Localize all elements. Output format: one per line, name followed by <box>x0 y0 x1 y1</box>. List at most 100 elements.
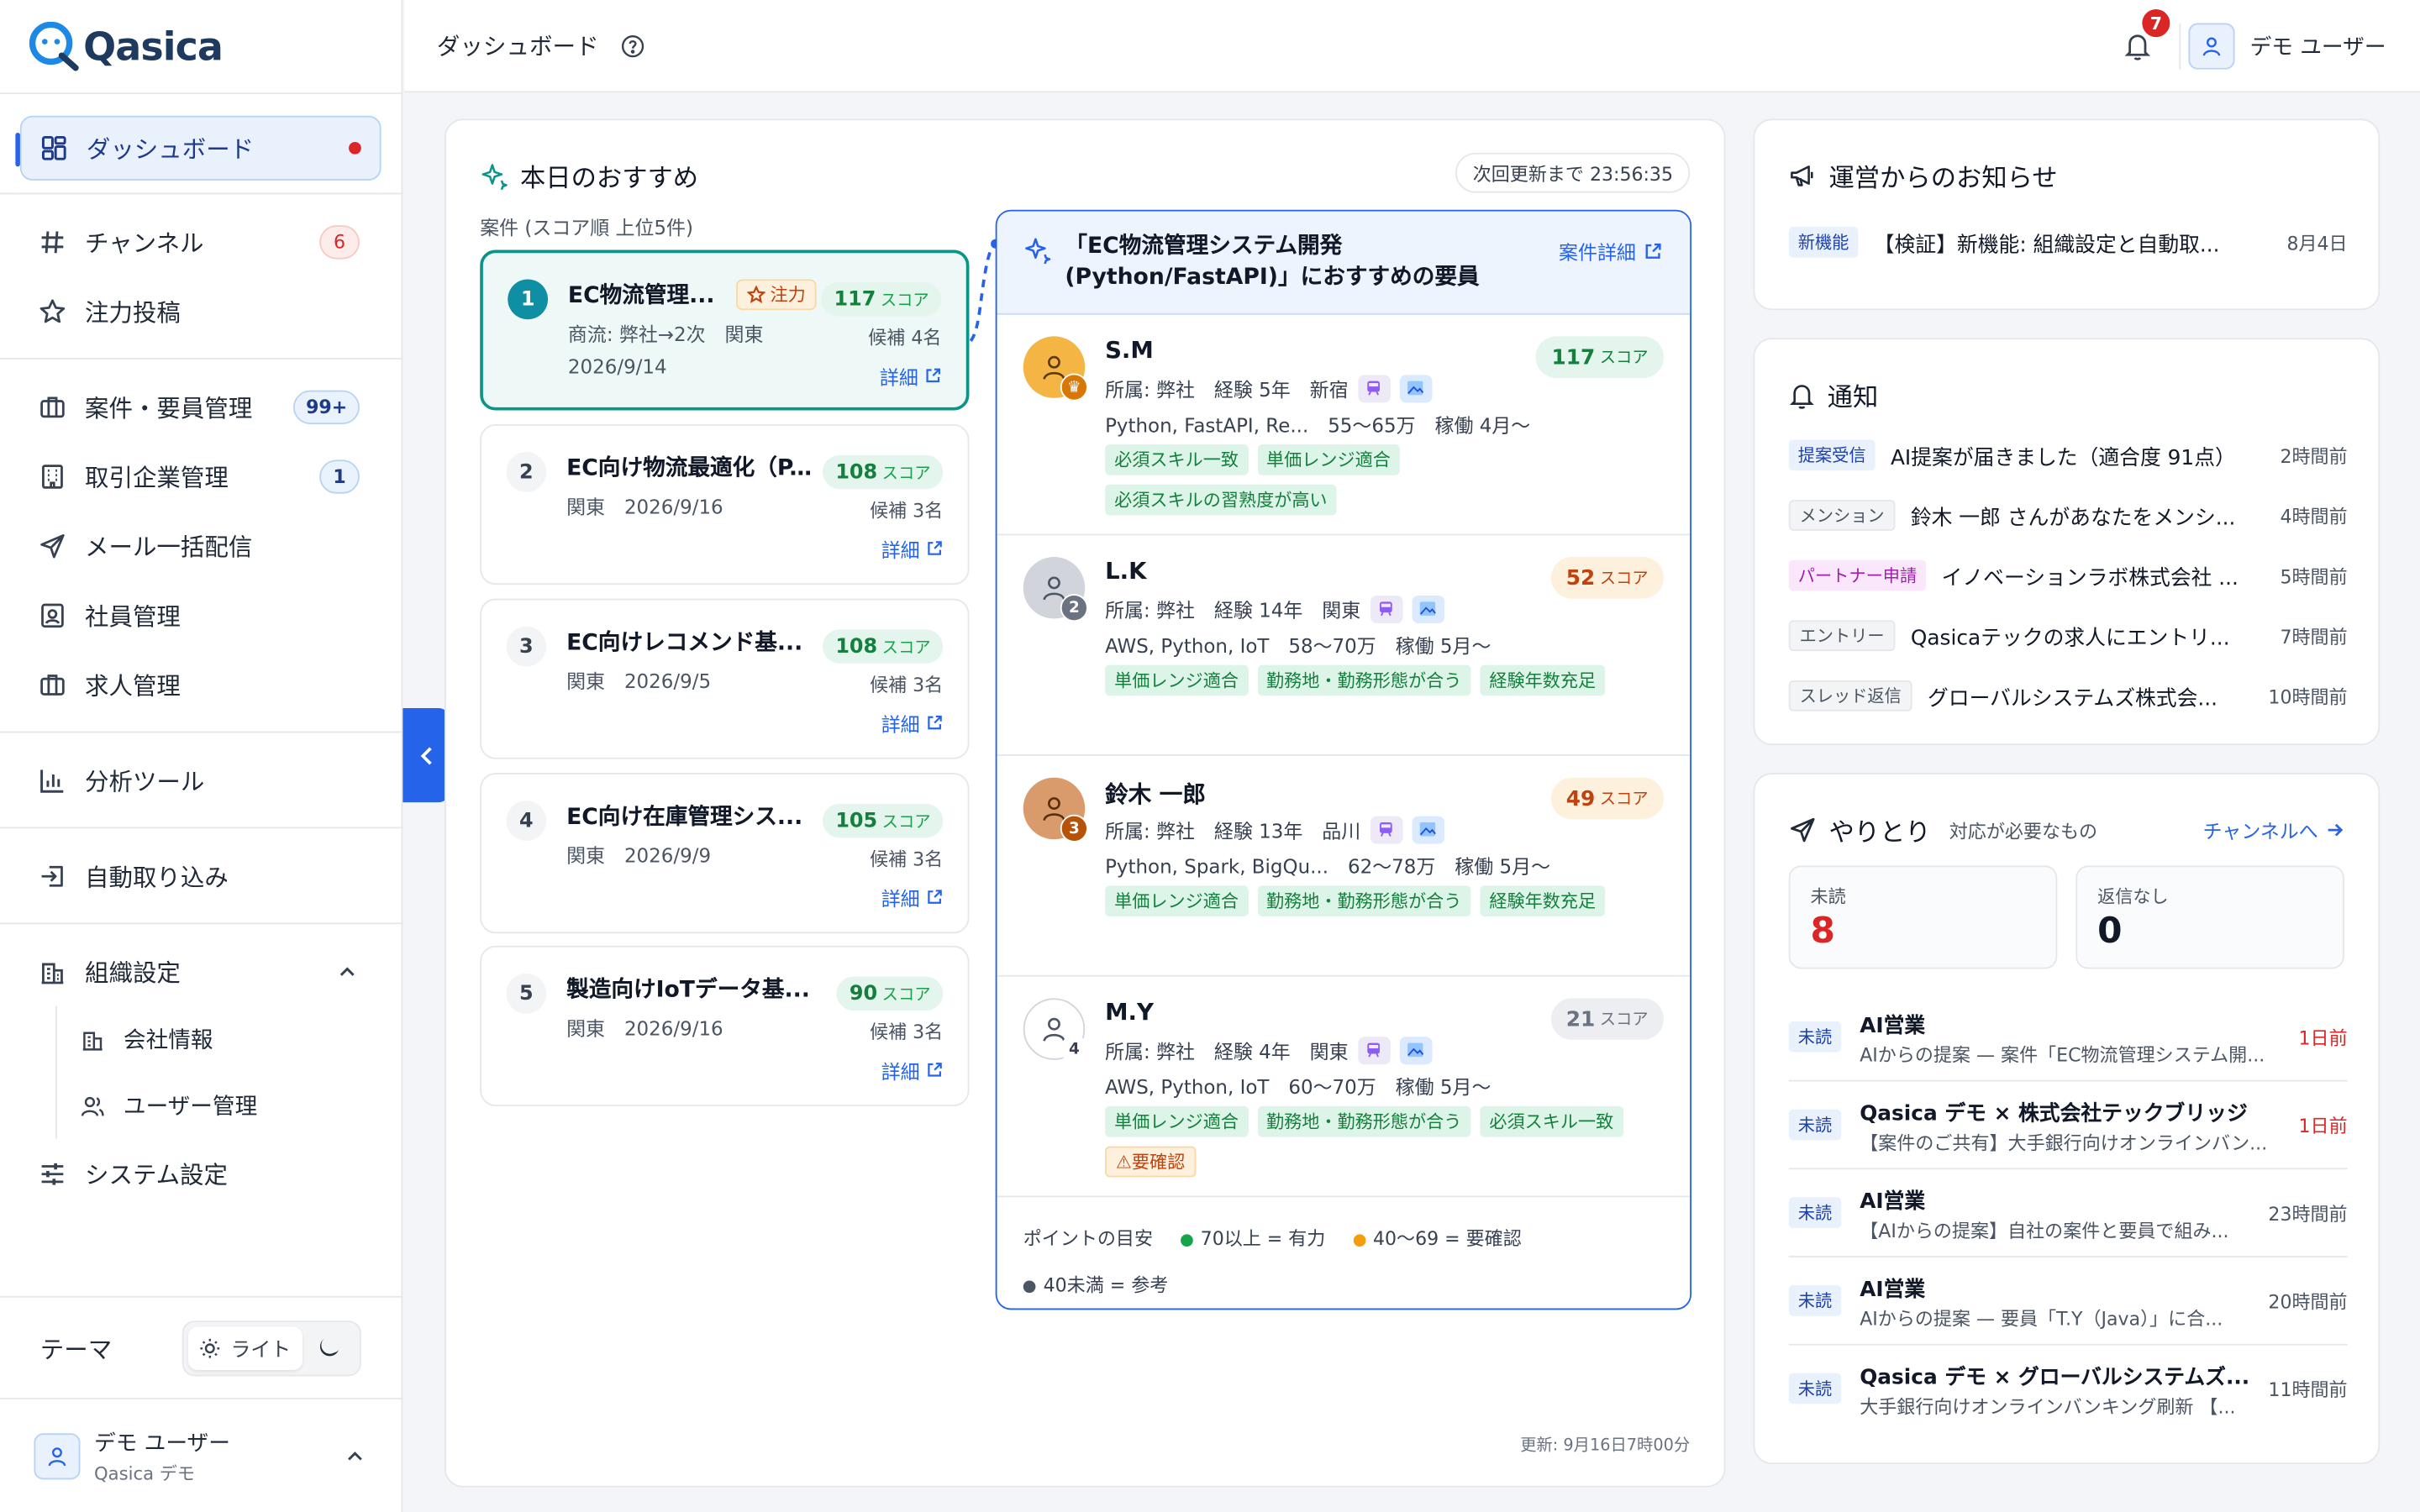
case-score: 108 スコア <box>823 454 944 490</box>
notification-time: 5時間前 <box>2280 565 2348 587</box>
message-row[interactable]: 未読 Qasica デモ × グローバルシステムズ... 大手銀行向けオンライン… <box>1788 1346 2348 1434</box>
chevron-up-icon[interactable] <box>345 1446 364 1465</box>
theme-dark-button[interactable] <box>302 1336 355 1360</box>
moon-icon <box>317 1336 340 1360</box>
sidebar-item-label: ダッシュボード <box>86 135 255 164</box>
theme-light-button[interactable]: ライト <box>188 1326 302 1370</box>
header-user-name: デモ ユーザー <box>2249 35 2386 60</box>
send-icon <box>1789 816 1817 844</box>
chevron-left-icon <box>418 744 436 766</box>
sidebar-item-bulk-mail[interactable]: メール一括配信 <box>0 511 402 580</box>
notification-item[interactable]: エントリー Qasicaテックの求人にエントリ... 7時間前 <box>1788 620 2348 652</box>
candidate-count: 候補 3名 <box>870 500 944 522</box>
news-item[interactable]: 新機能 【検証】新機能: 組織設定と自動取... 8月4日 <box>1788 226 2348 258</box>
updated-timestamp: 更新: 9月16日7時00分 <box>1520 1436 1691 1456</box>
message-preview: 【AIからの提案】自社の案件と要員で組み... <box>1860 1220 2229 1242</box>
id-card-icon <box>39 601 66 628</box>
message-row[interactable]: 未読 AI営業 AIからの提案 — 要員「T.Y（Java）」に合... 20時… <box>1788 1257 2348 1346</box>
train-icon <box>1370 595 1402 623</box>
case-rank: 2 <box>506 452 547 492</box>
case-date: 2026/9/14 <box>567 354 667 378</box>
notification-tag: スレッド返信 <box>1788 680 1912 711</box>
sidebar-subitem-user-management[interactable]: ユーザー管理 <box>0 1072 402 1139</box>
notification-item[interactable]: パートナー申請 イノベーションラボ株式会社 ... 5時間前 <box>1788 559 2348 591</box>
page-title: ダッシュボード <box>436 32 599 60</box>
case-card[interactable]: 4 EC向け在庫管理シス... 関東 2026/9/9 105 スコア 候補 3名 … <box>480 773 970 934</box>
case-title: EC向けレコメンド基... <box>566 631 803 656</box>
case-card[interactable]: 5 製造向けIoTデータ基... 関東 2026/9/16 90 スコア 候補 3名… <box>480 945 970 1106</box>
candidate-row[interactable]: 2 L.K 所属: 弊社 経験 14年 関東 AWS, Python, IoT … <box>997 535 1691 756</box>
notification-text: グローバルシステムズ株式会... <box>1928 686 2218 711</box>
external-link-icon <box>926 1062 943 1079</box>
briefcase-icon <box>39 392 66 420</box>
sidebar-user[interactable]: デモ ユーザー Qasica デモ <box>0 1398 403 1512</box>
notification-count-badge: 7 <box>2142 9 2170 38</box>
projects-count-badge: 99+ <box>293 389 360 424</box>
case-meta: 関東 2026/9/5 <box>566 669 712 693</box>
sidebar-item-system-settings[interactable]: システム設定 <box>0 1138 402 1208</box>
sidebar-item-partners[interactable]: 取引企業管理 1 <box>0 441 402 511</box>
sidebar-subitem-company-info[interactable]: 会社情報 <box>0 1005 402 1073</box>
message-row[interactable]: 未読 AI営業 AIからの提案 — 案件「EC物流管理システム開... 1日前 <box>1788 994 2348 1082</box>
focus-tag-label: 注力 <box>770 283 806 306</box>
case-detail-link[interactable]: 詳細 <box>881 883 943 912</box>
bar-chart-icon <box>39 766 66 794</box>
divider <box>0 92 402 95</box>
header-user-menu[interactable]: デモ ユーザー <box>2188 23 2386 70</box>
sidebar-item-channel[interactable]: チャンネル 6 <box>0 207 402 276</box>
case-card[interactable]: 1 EC物流管理... 商流: 弊社→2次 関東 2026/9/14 注力 117 ス… <box>480 249 970 411</box>
candidate-row[interactable]: 3 鈴木 一郎 所属: 弊社 経験 13年 品川 Python, Spark, … <box>997 756 1691 977</box>
candidate-summary: 所属: 弊社 経験 5年 新宿 <box>1105 373 1432 402</box>
sidebar-item-label: ユーザー管理 <box>123 1095 258 1121</box>
case-rank: 3 <box>506 626 547 667</box>
message-time: 1日前 <box>2298 1027 2348 1049</box>
sidebar-item-analytics[interactable]: 分析ツール <box>0 745 402 815</box>
notification-time: 7時間前 <box>2280 625 2348 648</box>
train-icon <box>1357 1036 1391 1064</box>
sidebar-item-dashboard[interactable]: ダッシュボード <box>15 115 381 181</box>
logo[interactable]: Qasica <box>0 0 402 92</box>
candidate-row[interactable]: 4 M.Y 所属: 弊社 経験 4年 関東 AWS, Python, IoT 6… <box>997 977 1691 1198</box>
bell-icon[interactable] <box>2123 31 2151 62</box>
star-icon <box>39 297 66 325</box>
chevron-up-icon[interactable] <box>338 962 356 980</box>
message-row[interactable]: 未読 AI営業 【AIからの提案】自社の案件と要員で組み... 23時間前 <box>1788 1169 2348 1257</box>
case-card[interactable]: 3 EC向けレコメンド基... 関東 2026/9/5 108 スコア 候補 3名 … <box>480 598 970 759</box>
help-icon[interactable] <box>620 33 644 57</box>
candidate-summary: 所属: 弊社 経験 14年 関東 <box>1105 594 1444 623</box>
candidate-name: 鈴木 一郎 <box>1105 780 1206 809</box>
notification-item[interactable]: 提案受信 AI提案が届きました（適合度 91点） 2時間前 <box>1788 439 2348 471</box>
sidebar-item-org-settings[interactable]: 組織設定 <box>0 937 402 1006</box>
sidebar-collapse-button[interactable] <box>402 708 451 803</box>
theme-light-label: ライト <box>230 1339 292 1362</box>
case-detail-link[interactable]: 詳細 <box>881 1055 943 1084</box>
notification-text: 鈴木 一郎 さんがあなたをメンシ... <box>1910 506 2236 531</box>
notification-time: 10時間前 <box>2268 685 2348 708</box>
case-detail-link[interactable]: 案件詳細 <box>1559 236 1662 265</box>
legend-item-strong: 70以上 = 有力 <box>1180 1228 1325 1250</box>
theme-toggle[interactable]: ライト <box>182 1320 361 1376</box>
case-detail-link[interactable]: 詳細 <box>881 533 943 563</box>
external-link-icon <box>1644 241 1662 260</box>
go-to-channel-link[interactable]: チャンネルへ <box>2203 815 2344 844</box>
case-card[interactable]: 2 EC向け物流最適化（P... 関東 2026/9/16 108 スコア 候補 3… <box>480 424 970 585</box>
notification-item[interactable]: スレッド返信 グローバルシステムズ株式会... 10時間前 <box>1788 680 2348 711</box>
sparkle-icon <box>480 162 508 190</box>
no-reply-stat[interactable]: 返信なし 0 <box>2075 865 2344 969</box>
notification-item[interactable]: メンション 鈴木 一郎 さんがあなたをメンシ... 4時間前 <box>1788 500 2348 531</box>
sidebar-item-label: 取引企業管理 <box>85 463 229 491</box>
sidebar-item-employees[interactable]: 社員管理 <box>0 580 402 650</box>
unread-stat[interactable]: 未読 8 <box>1788 865 2058 969</box>
candidate-row[interactable]: ♛ S.M 所属: 弊社 経験 5年 新宿 Python, FastAPI, R… <box>997 315 1691 536</box>
hash-icon <box>39 228 66 255</box>
sidebar-item-jobs[interactable]: 求人管理 <box>0 649 402 719</box>
message-row[interactable]: 未読 Qasica デモ × 株式会社テックブリッジ 【案件のご共有】大手銀行向… <box>1788 1082 2348 1170</box>
sidebar-item-focus-posts[interactable]: 注力投稿 <box>0 276 402 346</box>
sidebar-item-auto-import[interactable]: 自動取り込み <box>0 841 402 911</box>
case-detail-link[interactable]: 詳細 <box>881 708 943 738</box>
candidate-affiliation: 所属: 弊社 経験 13年 品川 <box>1105 819 1361 843</box>
match-tags: 単価レンジ適合 勤務地・勤務形態が合う 必須スキル一致 ⚠要確認 <box>1105 1105 1629 1178</box>
case-detail-link[interactable]: 詳細 <box>880 361 941 391</box>
sidebar-item-projects[interactable]: 案件・要員管理 99+ <box>0 372 402 442</box>
candidate-name: M.Y <box>1105 998 1154 1026</box>
